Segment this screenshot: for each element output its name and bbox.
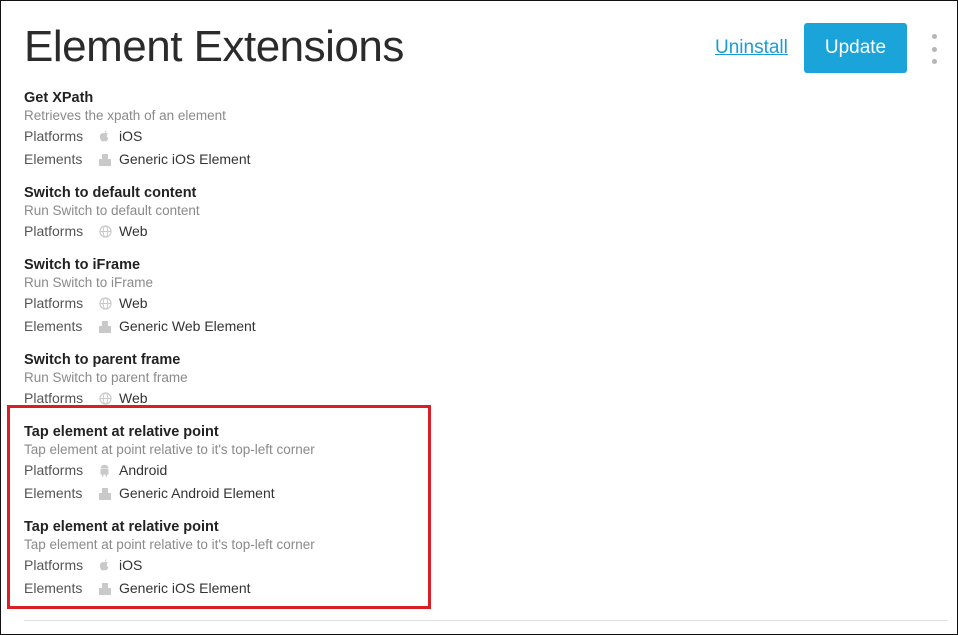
extension-name: Tap element at relative point [24,424,219,440]
extension-name: Switch to iFrame [24,257,141,273]
extension-item: Tap element at relative point Tap elemen… [24,518,924,600]
elements-row: Elements Generic iOS Element [24,148,924,171]
element-value: Generic Android Element [119,485,275,501]
more-options-icon[interactable] [924,34,944,64]
element-value: Generic iOS Element [119,580,251,596]
platforms-row: Platforms Web [24,220,924,243]
extension-item: Switch to default content Run Switch to … [24,184,924,243]
element-icon [99,153,119,166]
globe-icon [99,392,119,405]
globe-icon [99,225,119,238]
platforms-label: Platforms [24,390,84,406]
elements-row: Elements Generic Web Element [24,315,924,338]
platforms-row: Platforms iOS [24,125,924,148]
update-button[interactable]: Update [804,23,907,73]
element-value: Generic Web Element [119,318,256,334]
platforms-label: Platforms [24,462,84,478]
globe-icon [99,297,119,310]
extension-item: Switch to parent frame Run Switch to par… [24,351,924,410]
platforms-label: Platforms [24,295,84,311]
element-icon [99,487,119,500]
divider [24,620,948,621]
platforms-row: Platforms Web [24,387,924,410]
elements-row: Elements Generic Android Element [24,482,924,505]
platforms-row: Platforms Android [24,459,924,482]
extension-description: Run Switch to iFrame [24,275,154,290]
apple-icon [99,559,119,572]
platform-value: Web [119,295,148,311]
android-icon [99,464,119,477]
platforms-row: Platforms Web [24,292,924,315]
elements-label: Elements [24,318,83,334]
element-icon [99,320,119,333]
elements-row: Elements Generic iOS Element [24,577,924,600]
platforms-label: Platforms [24,128,84,144]
extension-item: Get XPath Retrieves the xpath of an elem… [24,89,924,171]
elements-label: Elements [24,580,83,596]
elements-label: Elements [24,151,83,167]
platforms-row: Platforms iOS [24,554,924,577]
platform-value: Web [119,223,148,239]
extension-description: Tap element at point relative to it's to… [24,537,315,552]
extension-item: Tap element at relative point Tap elemen… [24,423,924,505]
platform-value: Android [119,462,168,478]
platforms-label: Platforms [24,223,84,239]
extension-name: Get XPath [24,90,94,106]
platforms-label: Platforms [24,557,84,573]
extension-list: Get XPath Retrieves the xpath of an elem… [24,89,924,613]
extension-name: Switch to default content [24,185,197,201]
extension-name: Tap element at relative point [24,519,219,535]
uninstall-link[interactable]: Uninstall [715,37,788,59]
element-icon [99,582,119,595]
platform-value: iOS [119,557,143,573]
page-title: Element Extensions [24,22,404,71]
apple-icon [99,130,119,143]
extension-description: Run Switch to parent frame [24,370,188,385]
extension-item: Switch to iFrame Run Switch to iFrame Pl… [24,256,924,338]
elements-label: Elements [24,485,83,501]
platform-value: iOS [119,128,143,144]
extension-name: Switch to parent frame [24,352,181,368]
extension-description: Tap element at point relative to it's to… [24,442,315,457]
extension-description: Run Switch to default content [24,203,200,218]
platform-value: Web [119,390,148,406]
extension-description: Retrieves the xpath of an element [24,108,226,123]
element-value: Generic iOS Element [119,151,251,167]
